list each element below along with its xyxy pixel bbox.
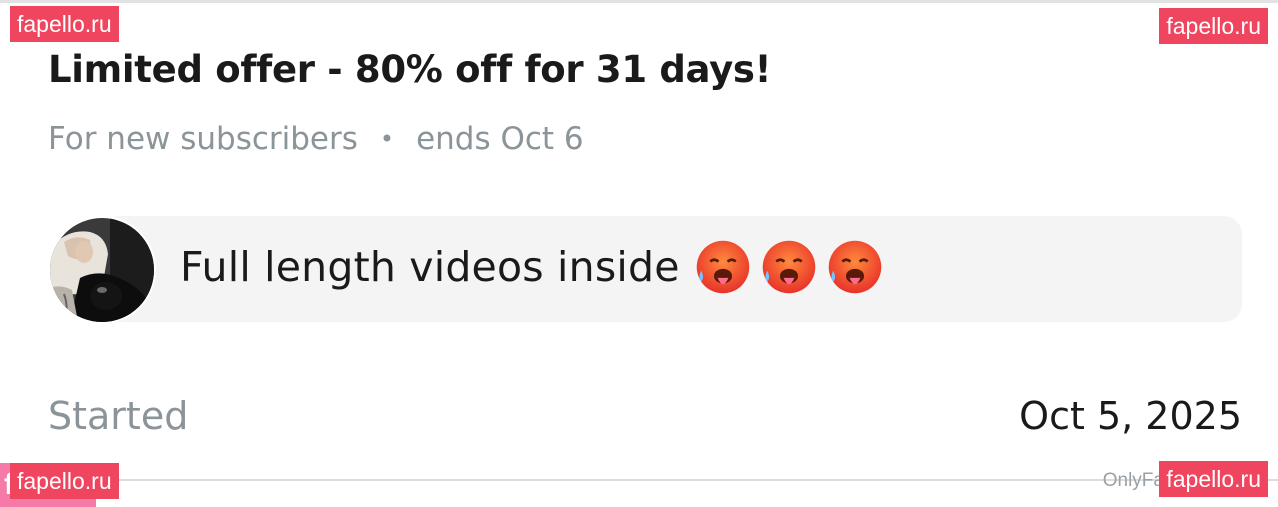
message-text: Full length videos inside [180,243,680,291]
started-label: Started [48,394,189,438]
started-date: Oct 5, 2025 [1019,394,1242,438]
watermark-top-left: fapello.ru [10,6,119,42]
offer-end-date: ends Oct 6 [416,121,584,157]
hot-face-emoji [696,240,749,294]
offer-title: Limited offer - 80% off for 31 days! [48,48,772,91]
offer-audience: For new subscribers [48,121,358,157]
creator-message: Full length videos inside [48,214,1242,324]
hot-face-emoji [828,240,881,294]
message-content: Full length videos inside [180,238,884,296]
top-divider [0,0,1278,3]
watermark-bottom-right: fapello.ru [1159,461,1268,497]
offer-meta: For new subscribers • ends Oct 6 [48,121,584,157]
meta-separator: • [379,125,395,153]
hot-face-emoji [762,240,815,294]
avatar[interactable] [48,216,156,324]
watermark-bottom-left: fapello.ru [10,463,119,499]
bottom-divider [0,479,1278,481]
watermark-top-right: fapello.ru [1159,8,1268,44]
